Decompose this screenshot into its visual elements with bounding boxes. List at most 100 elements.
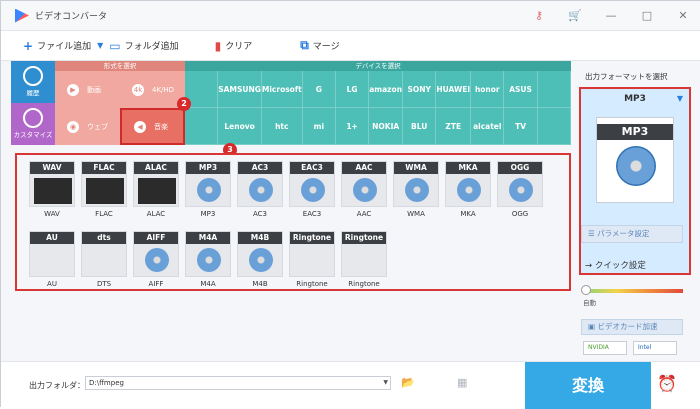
format-tile[interactable]: OGG OGG <box>495 159 545 221</box>
format-4k-hd[interactable]: 4k 4K/HD <box>120 71 185 108</box>
device-item[interactable]: Lenovo <box>218 108 262 145</box>
lossless-audio-icon <box>138 178 176 204</box>
format-tile[interactable]: M4B M4B <box>235 229 285 291</box>
merge-button[interactable]: ⧉ マージ <box>300 38 339 53</box>
arrow-right-icon: → <box>585 261 595 271</box>
format-icon-caption: WMA <box>394 162 438 174</box>
format-label: AIFF <box>148 280 164 288</box>
format-tile[interactable]: M4A M4A <box>183 229 233 291</box>
format-icon: EAC3 <box>289 161 335 207</box>
parameter-settings-label: パラメータ設定 <box>597 229 650 238</box>
convert-button[interactable]: 変換 <box>525 362 651 409</box>
chevron-down-icon[interactable]: ▼ <box>383 377 388 389</box>
device-item[interactable]: Microsoft <box>261 71 303 108</box>
format-icon: MP3 <box>185 161 231 207</box>
quality-slider[interactable] <box>583 289 683 293</box>
format-tile[interactable]: MKA MKA <box>443 159 493 221</box>
format-tile[interactable]: Ringtone Ringtone <box>287 229 337 291</box>
device-item[interactable]: htc <box>261 108 303 145</box>
clear-label: クリア <box>225 42 253 52</box>
parameter-settings-button[interactable]: ☰ パラメータ設定 <box>581 225 683 243</box>
format-tile[interactable]: AC3 AC3 <box>235 159 285 221</box>
device-item[interactable]: 1+ <box>335 108 370 145</box>
format-label: WAV <box>44 210 60 218</box>
format-video[interactable]: ▶ 動画 <box>55 71 120 108</box>
tab-history[interactable]: 履歴 <box>11 61 55 103</box>
device-item[interactable]: honor <box>471 71 505 108</box>
device-item[interactable] <box>537 108 571 145</box>
gpu-acceleration-label: ビデオカード加速 <box>597 322 658 331</box>
format-tile[interactable]: AU AU <box>27 229 77 291</box>
format-tile[interactable]: AIFF AIFF <box>131 229 181 291</box>
format-tile[interactable]: Ringtone Ringtone <box>339 229 389 291</box>
disc-icon <box>145 248 169 272</box>
device-item[interactable]: TV <box>504 108 538 145</box>
device-item[interactable]: mi <box>302 108 336 145</box>
format-label: EAC3 <box>302 210 322 218</box>
key-icon[interactable]: ⚷ <box>527 6 551 26</box>
right-panel: 出力フォーマットを選択 MP3 ▼ MP3 ☰ パラメータ設定 → クイック設定… <box>575 61 700 361</box>
preview-icon[interactable]: ▦ <box>457 376 467 389</box>
format-tile[interactable]: WAV WAV <box>27 159 77 221</box>
device-item[interactable]: SAMSUNG <box>218 71 262 108</box>
format-label: DTS <box>96 280 112 288</box>
format-tile[interactable]: EAC3 EAC3 <box>287 159 337 221</box>
maximize-button[interactable]: □ <box>635 6 659 26</box>
device-item[interactable] <box>185 108 219 145</box>
format-icon: MKA <box>445 161 491 207</box>
output-folder-input[interactable]: D:\ffmpeg ▼ <box>85 376 391 390</box>
disc-icon <box>197 248 221 272</box>
format-tile[interactable]: ALAC ALAC <box>131 159 181 221</box>
format-label: Ringtone <box>296 280 328 288</box>
format-icon-caption: MKA <box>446 162 490 174</box>
output-format-value: MP3 <box>624 94 646 104</box>
quality-slider-knob[interactable] <box>581 285 591 295</box>
minimize-button[interactable]: — <box>599 6 623 26</box>
output-format-select[interactable]: MP3 ▼ <box>581 89 689 109</box>
gpu-acceleration-button[interactable]: ▣ ビデオカード加速 <box>581 319 683 335</box>
device-item[interactable]: G <box>302 71 336 108</box>
cart-icon[interactable]: 🛒 <box>563 6 587 26</box>
device-pane-header: デバイスを選択 <box>185 61 571 71</box>
format-label: ALAC <box>146 210 166 218</box>
clear-button[interactable]: ▮ クリア <box>215 39 253 53</box>
device-item[interactable]: ZTE <box>436 108 472 145</box>
device-item[interactable]: BLU <box>403 108 437 145</box>
output-format-box[interactable]: MP3 ▼ MP3 <box>579 87 691 275</box>
format-icon-caption: FLAC <box>82 162 126 174</box>
gpu-logos: NVIDIA Intel <box>583 341 683 355</box>
format-icon: WMA <box>393 161 439 207</box>
format-tile[interactable]: WMA WMA <box>391 159 441 221</box>
device-item[interactable]: amazon <box>369 71 404 108</box>
device-item[interactable]: LG <box>335 71 370 108</box>
format-icon-caption: M4A <box>186 232 230 244</box>
format-music-label: 音楽 <box>154 122 168 131</box>
device-item[interactable]: HUAWEI <box>436 71 472 108</box>
format-label: MKA <box>460 210 476 218</box>
play-icon: ▶ <box>67 83 79 96</box>
format-tile[interactable]: AAC AAC <box>339 159 389 221</box>
device-item[interactable]: NOKIA <box>369 108 404 145</box>
clock-icon <box>23 66 43 86</box>
open-folder-icon[interactable]: 📂 <box>401 376 415 389</box>
format-tile[interactable]: FLAC FLAC <box>79 159 129 221</box>
format-music[interactable]: ◀ 音楽 <box>120 108 185 145</box>
device-item[interactable]: ASUS <box>504 71 538 108</box>
format-icon-caption: M4B <box>238 232 282 244</box>
format-tile[interactable]: dts DTS <box>79 229 129 291</box>
app-title: ビデオコンバータ <box>35 12 108 22</box>
device-item[interactable] <box>537 71 571 108</box>
alarm-clock-icon[interactable]: ⏰ <box>657 374 677 393</box>
close-button[interactable]: ✕ <box>671 6 695 26</box>
add-folder-button[interactable]: ▭ フォルダ追加 <box>109 39 178 53</box>
device-item[interactable]: SONY <box>403 71 437 108</box>
device-item[interactable]: alcatel <box>471 108 505 145</box>
quick-settings-label: クイック設定 <box>594 261 646 271</box>
app-logo-icon <box>15 8 29 23</box>
format-icon: AAC <box>341 161 387 207</box>
add-file-button[interactable]: + ファイル追加 <box>23 39 91 53</box>
tab-customize[interactable]: カスタマイズ <box>11 103 55 145</box>
format-web[interactable]: ◉ ウェブ <box>55 108 120 145</box>
chevron-down-icon[interactable]: ▼ <box>97 41 103 50</box>
format-tile[interactable]: MP3 MP3 <box>183 159 233 221</box>
